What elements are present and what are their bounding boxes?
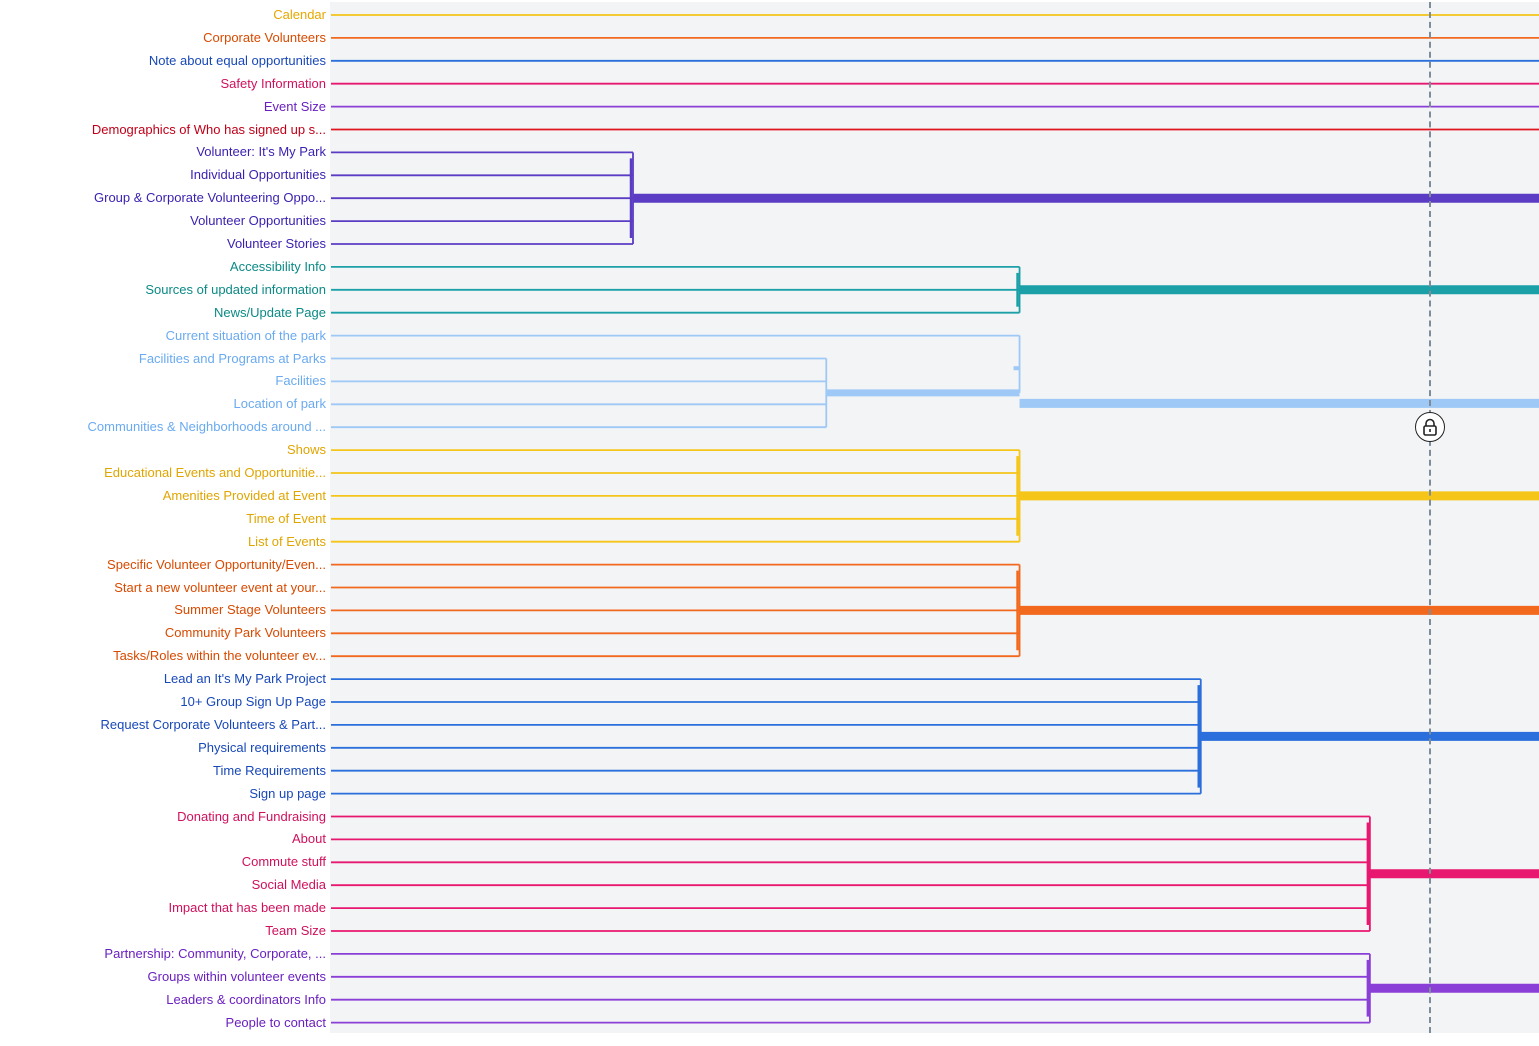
leaf-label[interactable]: News/Update Page [0, 305, 326, 321]
leaf-label[interactable]: Current situation of the park [0, 328, 326, 344]
leaf-label[interactable]: Accessibility Info [0, 259, 326, 275]
leaf-label[interactable]: Impact that has been made [0, 900, 326, 916]
cluster-cutoff-line[interactable] [1429, 2, 1432, 1033]
leaf-label[interactable]: Volunteer: It's My Park [0, 144, 326, 160]
leaf-label[interactable]: Community Park Volunteers [0, 625, 326, 641]
leaf-label[interactable]: Facilities [0, 373, 326, 389]
leaf-label[interactable]: Donating and Fundraising [0, 809, 326, 825]
leaf-label[interactable]: Tasks/Roles within the volunteer ev... [0, 648, 326, 664]
leaf-label[interactable]: Group & Corporate Volunteering Oppo... [0, 190, 326, 206]
leaf-label[interactable]: Communities & Neighborhoods around ... [0, 419, 326, 435]
leaf-label[interactable]: Safety Information [0, 76, 327, 92]
leaf-label[interactable]: Time of Event [0, 511, 326, 527]
leaf-label[interactable]: Lead an It's My Park Project [0, 671, 326, 687]
leaf-label[interactable]: Sources of updated information [0, 282, 326, 298]
leaf-label[interactable]: Team Size [0, 923, 326, 939]
dendrogram-view: Calendar Corporate Volunteers Note about e… [0, 0, 1539, 1046]
leaf-label[interactable]: Location of park [0, 396, 326, 412]
leaf-label[interactable]: Leaders & coordinators Info [0, 992, 326, 1008]
leaf-label[interactable]: Specific Volunteer Opportunity/Even... [0, 557, 326, 573]
leaf-label[interactable]: Request Corporate Volunteers & Part... [0, 717, 326, 733]
leaf-label[interactable]: People to contact [0, 1015, 326, 1031]
leaf-label[interactable]: Social Media [0, 877, 326, 893]
leaf-label[interactable]: Amenities Provided at Event [0, 488, 326, 504]
leaf-label[interactable]: List of Events [0, 534, 326, 550]
leaf-label[interactable]: Commute stuff [0, 854, 326, 870]
leaf-label[interactable]: Note about equal opportunities [0, 53, 326, 69]
leaf-label[interactable]: Individual Opportunities [0, 167, 326, 183]
leaf-label[interactable]: 10+ Group Sign Up Page [0, 694, 326, 710]
leaf-label[interactable]: Sign up page [0, 786, 326, 802]
leaf-label[interactable]: Groups within volunteer events [0, 969, 326, 985]
leaf-label[interactable]: Shows [0, 442, 326, 458]
leaf-label[interactable]: Start a new volunteer event at your... [0, 580, 326, 596]
leaf-label[interactable]: Facilities and Programs at Parks [0, 351, 326, 367]
leaf-label[interactable]: Volunteer Stories [0, 236, 326, 252]
leaf-label[interactable]: Calendar [0, 7, 326, 23]
leaf-label[interactable]: Physical requirements [0, 740, 326, 756]
leaf-label[interactable]: Demographics of Who has signed up s... [0, 122, 326, 138]
leaf-label[interactable]: Summer Stage Volunteers [0, 602, 326, 618]
leaf-label-column: Calendar Corporate Volunteers Note about e… [0, 0, 326, 1046]
leaf-label[interactable]: Partnership: Community, Corporate, ... [0, 946, 326, 962]
leaf-label[interactable]: Corporate Volunteers [0, 30, 326, 46]
leaf-label[interactable]: Event Size [0, 99, 326, 115]
leaf-label[interactable]: Educational Events and Opportunitie... [0, 465, 326, 481]
leaf-label[interactable]: About [0, 831, 326, 847]
leaf-label[interactable]: Volunteer Opportunities [0, 213, 326, 229]
leaf-label[interactable]: Time Requirements [0, 763, 326, 779]
